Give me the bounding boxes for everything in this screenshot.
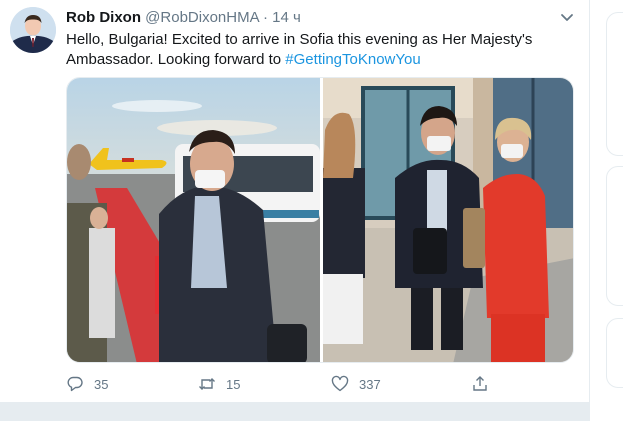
reply-button[interactable]: 35	[66, 373, 108, 395]
reply-count: 35	[94, 376, 109, 392]
reply-icon	[67, 376, 83, 392]
avatar[interactable]	[10, 7, 56, 53]
tweet-text-line1: Hello, Bulgaria! Excited to arrive in So…	[66, 31, 533, 48]
separator-dot: ·	[262, 9, 268, 26]
chevron-down-icon[interactable]	[558, 8, 576, 26]
avatar-photo	[10, 7, 56, 53]
sidebar-edge	[600, 0, 623, 421]
like-button[interactable]: 337	[331, 373, 381, 395]
author-name[interactable]: Rob Dixon	[66, 9, 141, 26]
photo-tarmac[interactable]	[67, 78, 320, 362]
tweet-text-line2: Ambassador. Looking forward to	[66, 51, 282, 68]
author-handle[interactable]: @RobDixonHMA	[145, 9, 259, 26]
tweet-text: Hello, Bulgaria! Excited to arrive in So…	[66, 30, 566, 70]
sidebar-card	[606, 166, 623, 306]
timestamp[interactable]: 14 ч	[272, 9, 301, 26]
hashtag-link[interactable]: #GettingToKnowYou	[285, 51, 420, 68]
sidebar-card	[606, 12, 623, 156]
tweet-media[interactable]	[66, 77, 574, 363]
retweet-count: 15	[226, 376, 241, 392]
like-count: 337	[359, 376, 381, 392]
sidebar-card	[606, 318, 623, 388]
column-divider	[589, 0, 590, 421]
tweet-actions: 35 15 337	[66, 373, 506, 395]
tweet-header: Rob Dixon @RobDixonHMA · 14 ч	[66, 8, 301, 28]
retweet-button[interactable]: 15	[198, 373, 240, 395]
photo-terminal[interactable]	[323, 78, 573, 362]
tweet-separator	[0, 402, 589, 421]
share-button[interactable]	[471, 373, 489, 395]
share-icon	[473, 376, 487, 391]
heart-icon	[331, 375, 349, 392]
tweet[interactable]: Rob Dixon @RobDixonHMA · 14 ч Hello, Bul…	[0, 0, 589, 402]
retweet-icon	[199, 378, 215, 390]
